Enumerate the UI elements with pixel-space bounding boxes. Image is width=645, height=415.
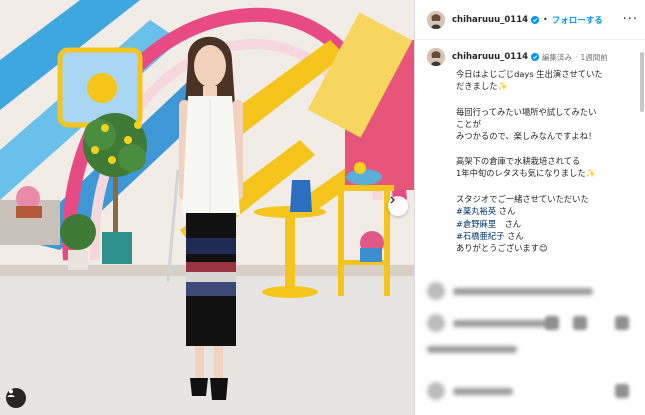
comment-row [427,346,517,353]
username-link[interactable]: chiharuuu_0114 [452,15,528,25]
sparkle-emoji: ✨ [585,169,596,179]
post-photo[interactable] [0,0,414,415]
comment-row [427,314,553,332]
avatar[interactable] [427,10,445,29]
caption-avatar[interactable] [427,48,445,66]
profile-photo [427,10,445,29]
caption-line: だきました✨ [456,80,645,93]
hashtag-line: #倉野麻里 さん [456,218,522,229]
separator-dot: • [543,15,548,24]
caption-line: みつかるので、楽しみなんですよね！ [456,131,597,142]
like-icon[interactable] [545,316,559,330]
caption-line: スタジオでご一緒させていただいた [456,193,589,204]
caption-username-link[interactable]: chiharuuu_0114 [452,52,528,62]
caption-line: ありがとうございます😊 [456,243,548,254]
emoji-icon[interactable] [615,384,629,398]
caption-line: 高架下の倉庫で水耕栽培されてる [456,156,581,167]
caption-line: 毎回行ってみたい場所や試してみたい [456,106,597,117]
bookmark-icon[interactable] [615,316,629,330]
comment-icon[interactable] [573,316,587,330]
caption-line: ことが [456,119,481,130]
hashtag-line: #薬丸裕英 さん [456,206,516,217]
more-options-icon[interactable]: ··· [623,13,638,26]
carousel-next-button[interactable] [388,196,408,216]
edited-label: 編集済み [542,52,573,62]
hashtag-link[interactable]: #石橋亜紀子 [456,231,504,241]
verified-badge-icon [531,53,540,61]
post-caption: chiharuuu_0114 編集済み · 1週間前 今日はよじごじdays 生… [427,48,633,253]
studio-photo-illustration [0,0,414,415]
sparkle-emoji: ✨ [497,82,508,92]
follow-button[interactable]: フォローする [552,14,603,26]
chevron-right-icon [390,196,395,204]
hashtag-link[interactable]: #薬丸裕英 [456,206,496,216]
post-detail-panel: chiharuuu_0114 • フォローする ··· chiharuuu_01… [414,0,645,415]
smile-emoji: 😊 [538,243,548,254]
hashtag-line: #石橋亜紀子 さん [456,230,524,241]
verified-badge-icon [531,15,540,24]
tagged-people-button[interactable] [6,388,26,408]
caption-line: 今日はよじごじdays 生出演させていた [456,69,603,79]
caption-header: chiharuuu_0114 編集済み · 1週間前 [427,48,633,66]
separator-dot: · [575,52,578,62]
post-time[interactable]: 1週間前 [580,52,607,63]
profile-photo [427,48,445,66]
scrollbar[interactable] [640,52,644,112]
person-icon [7,389,15,397]
caption-text: 今日はよじごじdays 生出演させていた だきました✨ 毎回行ってみたい場所や試… [456,68,645,254]
hashtag-link[interactable]: #倉野麻里 [456,219,496,229]
caption-line: 1年中旬のレタスも気になりました✨ [456,167,645,180]
comment-input-row[interactable] [427,382,513,400]
comment-row [427,282,593,300]
post-header: chiharuuu_0114 • フォローする ··· [415,0,645,40]
